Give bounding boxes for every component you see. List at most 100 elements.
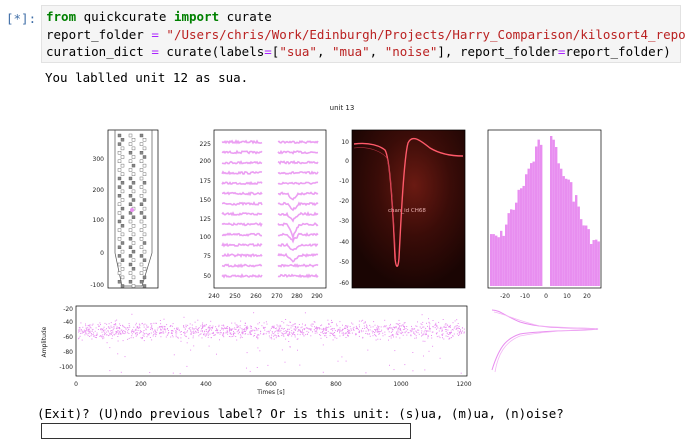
amplitude-point [444,324,446,326]
amplitude-point [119,331,121,333]
probe-electrode [117,271,122,275]
amplitude-point [320,325,322,327]
histogram-bar [582,225,585,286]
amplitude-point [85,325,87,327]
amplitude-point [443,338,445,340]
amplitude-point [205,329,207,331]
amplitude-point [146,324,148,326]
amplitude-point [111,330,113,331]
amplitude-point [112,328,114,330]
amplitude-point [278,327,280,329]
amplitude-point [167,328,168,329]
probe-electrode [117,236,122,241]
amplitude-point [358,331,360,333]
amplitude-point [401,333,403,335]
amplitude-point [411,327,413,329]
amplitude-point [422,334,424,336]
amplitude-point [187,330,188,332]
heat-ytick: -60 [339,280,349,287]
amplitude-point [414,333,416,335]
amplitude-point [358,324,360,326]
amplitude-point [294,329,296,331]
amplitude-point [396,332,398,334]
amplitude-point [353,326,355,328]
amplitude-point [115,331,117,333]
amplitude-point [257,323,259,325]
amplitude-point [269,329,271,331]
histogram-bar [540,144,543,286]
amp-ytick: -80 [63,349,73,356]
probe-electrode [117,245,122,250]
amplitude-point [397,333,399,335]
probe-electrode [120,275,125,280]
waveform-panel: 225 200 175 150 125 100 75 50 240 250 26… [200,129,327,300]
amplitude-point [306,327,308,329]
hist-xtick: -10 [520,293,530,300]
histogram-bar [505,224,508,286]
amplitude-point [142,334,144,336]
amplitude-point [140,330,142,332]
amplitude-point [291,332,293,334]
amplitude-point [112,335,113,337]
amplitude-point [399,325,401,326]
amplitude-point [397,329,399,331]
amplitude-point [314,326,315,328]
amplitude-point [293,323,295,325]
amplitude-point [78,331,79,333]
amplitude-point [351,329,353,331]
amplitude-point [316,332,318,334]
curation-answer-input[interactable] [41,423,411,439]
amplitude-point [291,335,293,337]
amplitude-point [299,329,301,331]
amplitude-point [306,330,308,332]
histogram-bar [565,178,568,286]
amplitude-point [428,328,430,330]
amplitude-point [231,335,233,337]
amplitude-point [336,337,338,339]
amplitude-point [420,323,422,325]
amplitude-point [342,334,344,336]
histogram-bar [597,241,600,286]
amplitude-point [451,332,452,334]
amplitude-point [407,332,409,334]
histogram-bar [510,209,513,286]
code-editor[interactable]: from quickcurate import curate report_fo… [41,5,685,63]
amplitude-point [437,327,439,329]
amplitude-point [89,336,91,337]
amplitude-point [149,337,151,338]
probe-electrode [128,193,133,198]
amplitude-point [166,334,168,336]
amplitude-point [319,334,320,336]
amplitude-point [257,347,259,349]
amplitude-point [418,329,420,331]
amplitude-point [267,364,269,366]
amplitude-point [117,353,119,355]
amplitude-point [132,337,134,339]
amplitude-point [185,326,187,328]
probe-electrode [117,193,122,198]
amplitude-point [191,331,193,333]
probe-panel: 300 200 100 0 -100 [90,129,159,289]
amplitude-point [439,357,441,359]
amplitude-point [85,327,87,329]
amplitude-point [302,330,303,332]
amplitude-point [266,331,268,333]
amplitude-point [369,335,371,337]
amplitude-point [332,334,333,336]
amplitude-point [361,331,363,333]
amplitude-point [456,325,458,327]
amplitude-point [221,327,223,329]
amplitude-point [325,332,327,334]
amplitude-point [325,326,327,328]
amplitude-point [127,330,129,332]
amplitude-point [426,322,427,324]
amplitude-point [176,327,178,329]
amplitude-point [107,330,109,332]
probe-highlight-channel [130,208,134,212]
probe-electrode [142,198,147,202]
amplitude-point [398,327,400,329]
amplitude-point [281,333,283,335]
amplitude-point [283,322,285,324]
amplitude-point [249,331,251,333]
probe-electrode [128,271,133,275]
